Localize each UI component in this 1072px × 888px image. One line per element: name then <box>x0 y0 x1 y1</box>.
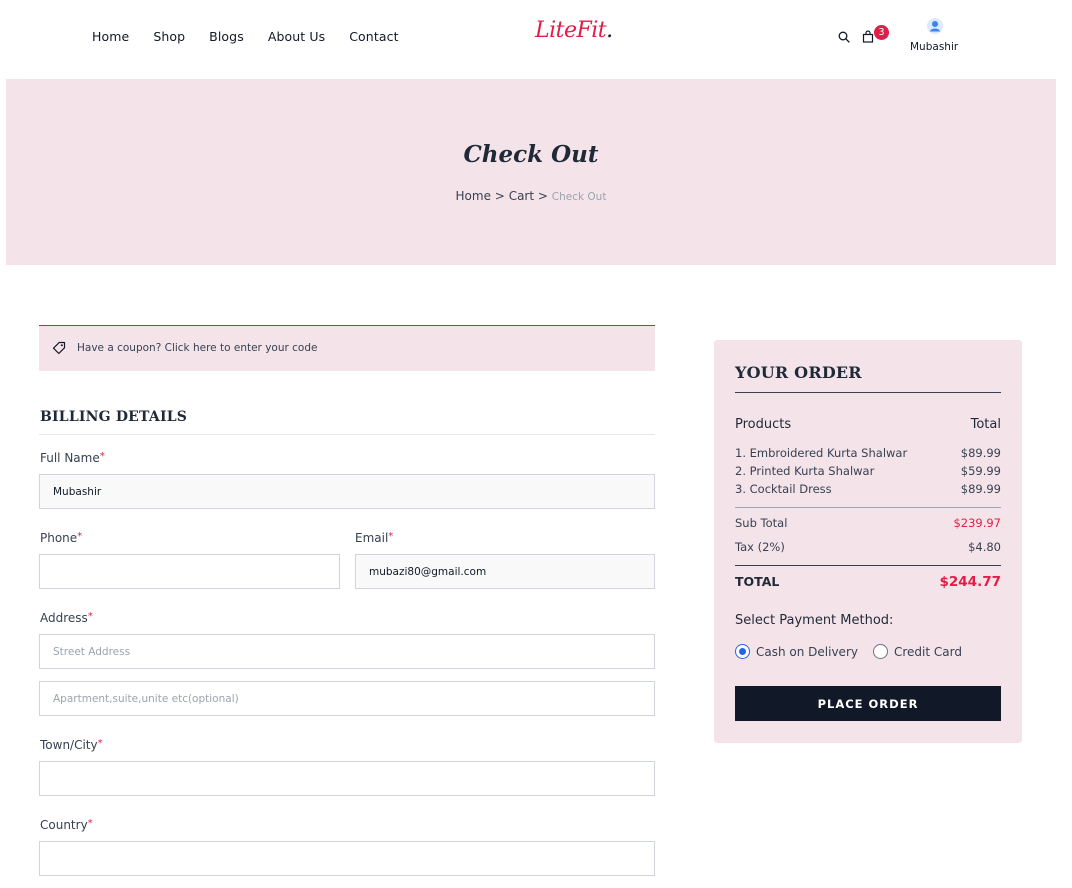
order-item-price: $89.99 <box>960 482 1001 496</box>
street-address-input[interactable] <box>39 634 655 669</box>
user-name[interactable]: Mubashir <box>910 41 958 53</box>
nav-blogs[interactable]: Blogs <box>209 29 244 44</box>
tax-value: $4.80 <box>968 540 1001 554</box>
order-summary: YOUR ORDER Products Total 1. Embroidered… <box>714 340 1022 743</box>
email-label-text: Email <box>355 531 389 545</box>
nav-home[interactable]: Home <box>92 29 129 44</box>
total-divider <box>735 565 1001 566</box>
required-mark: * <box>77 531 83 542</box>
user-avatar-icon[interactable] <box>927 18 943 34</box>
email-label: Email* <box>355 531 393 545</box>
nav-contact[interactable]: Contact <box>349 29 398 44</box>
place-order-button[interactable]: PLACE ORDER <box>735 686 1001 721</box>
breadcrumb-separator: > <box>494 189 505 203</box>
required-mark: * <box>99 451 105 462</box>
page-banner: Check Out Home > Cart > Check Out <box>6 79 1056 265</box>
total-column-header: Total <box>970 417 1001 432</box>
order-title: YOUR ORDER <box>735 363 862 382</box>
subtotal-row: Sub Total $239.97 <box>735 516 1001 530</box>
subtotal-label: Sub Total <box>735 516 788 530</box>
breadcrumb-separator: > <box>537 189 548 203</box>
full-name-label: Full Name* <box>40 451 105 465</box>
cash-on-delivery-label[interactable]: Cash on Delivery <box>756 645 858 659</box>
country-label-text: Country <box>40 818 88 832</box>
phone-label-text: Phone <box>40 531 78 545</box>
order-item-price: $59.99 <box>960 464 1001 478</box>
site-logo[interactable]: LiteFit. <box>535 18 613 43</box>
required-mark: * <box>97 738 103 749</box>
breadcrumb-cart[interactable]: Cart <box>509 189 534 203</box>
breadcrumb: Home > Cart > Check Out <box>6 189 1056 203</box>
search-icon[interactable] <box>838 31 850 43</box>
credit-card-label[interactable]: Credit Card <box>894 645 962 659</box>
billing-title: BILLING DETAILS <box>40 409 188 425</box>
breadcrumb-current: Check Out <box>551 191 607 203</box>
cart-count-badge: 3 <box>874 25 889 40</box>
country-label: Country* <box>40 818 93 832</box>
tax-label: Tax (2%) <box>735 540 785 554</box>
order-item-name: 2. Printed Kurta Shalwar <box>735 464 875 478</box>
items-divider <box>735 507 1001 508</box>
coupon-bar[interactable]: Have a coupon? Click here to enter your … <box>39 325 655 371</box>
logo-text: LiteFit <box>535 18 607 43</box>
full-name-input[interactable] <box>39 474 655 509</box>
tax-row: Tax (2%) $4.80 <box>735 540 1001 554</box>
subtotal-value: $239.97 <box>953 516 1001 530</box>
coupon-text[interactable]: Have a coupon? Click here to enter your … <box>77 342 317 354</box>
total-label: TOTAL <box>735 574 780 589</box>
nav-about-us[interactable]: About Us <box>268 29 325 44</box>
town-label-text: Town/City <box>40 738 98 752</box>
tag-icon <box>52 341 66 355</box>
address-label: Address* <box>40 611 93 625</box>
main-nav: Home Shop Blogs About Us Contact <box>92 29 423 44</box>
header-actions: 3 Mubashir <box>836 18 976 64</box>
logo-dot: . <box>606 18 613 43</box>
nav-shop[interactable]: Shop <box>153 29 185 44</box>
email-input[interactable] <box>355 554 655 589</box>
total-value: $244.77 <box>939 574 1002 590</box>
products-column-header: Products <box>735 417 792 432</box>
apartment-input[interactable] <box>39 681 655 716</box>
order-item-price: $89.99 <box>960 446 1001 460</box>
order-item-name: 3. Cocktail Dress <box>735 482 832 496</box>
required-mark: * <box>87 611 93 622</box>
required-mark: * <box>87 818 93 829</box>
credit-card-radio[interactable] <box>872 644 888 659</box>
payment-method-options: Cash on Delivery Credit Card <box>735 644 977 659</box>
phone-input[interactable] <box>39 554 340 589</box>
order-item-name: 1. Embroidered Kurta Shalwar <box>735 446 908 460</box>
town-input[interactable] <box>39 761 655 796</box>
required-mark: * <box>388 531 394 542</box>
order-item: 2. Printed Kurta Shalwar $59.99 <box>735 464 1001 478</box>
order-item: 1. Embroidered Kurta Shalwar $89.99 <box>735 446 1001 460</box>
page-title: Check Out <box>463 141 599 168</box>
order-title-divider <box>735 392 1001 393</box>
order-header-row: Products Total <box>735 417 1001 432</box>
order-item: 3. Cocktail Dress $89.99 <box>735 482 1001 496</box>
address-label-text: Address <box>40 611 88 625</box>
phone-label: Phone* <box>40 531 82 545</box>
country-input[interactable] <box>39 841 655 876</box>
full-name-label-text: Full Name <box>40 451 100 465</box>
town-label: Town/City* <box>40 738 103 752</box>
cash-on-delivery-radio[interactable] <box>735 644 750 659</box>
breadcrumb-home[interactable]: Home <box>456 189 491 203</box>
site-header: Home Shop Blogs About Us Contact LiteFit… <box>0 0 1072 78</box>
total-row: TOTAL $244.77 <box>735 574 1001 590</box>
billing-divider <box>39 434 655 435</box>
cart-icon[interactable] <box>862 30 874 43</box>
payment-method-title: Select Payment Method: <box>735 613 894 628</box>
